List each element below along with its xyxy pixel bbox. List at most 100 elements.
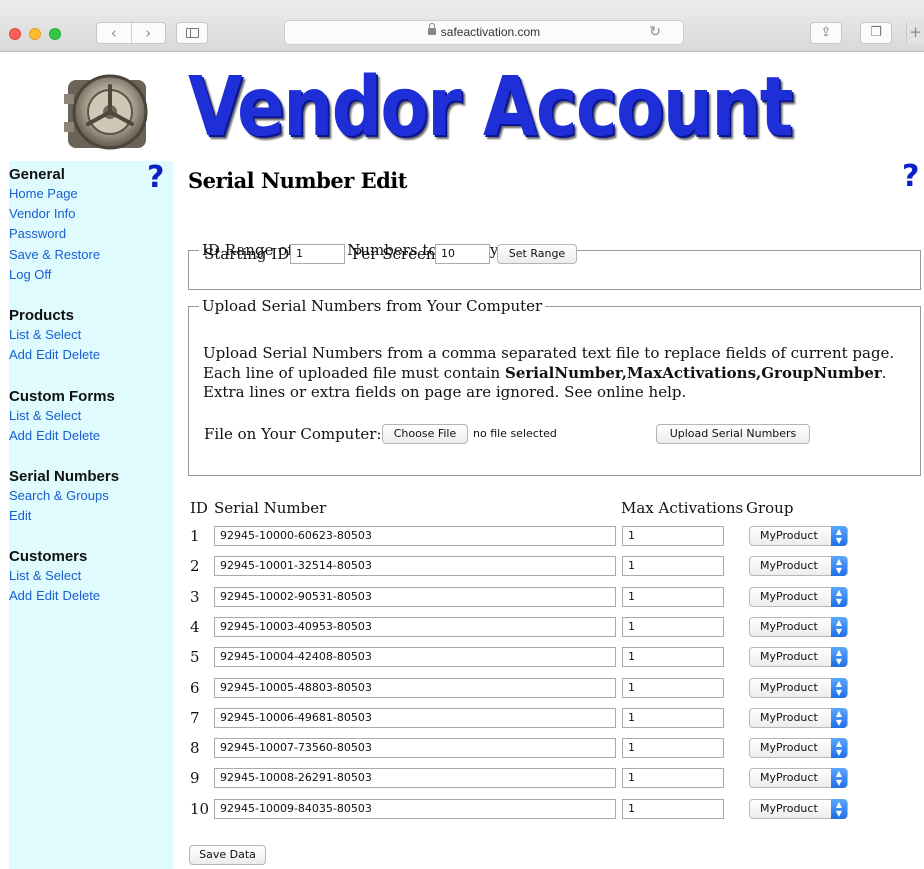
sidebar-nav: ? General Home Page Vendor Info Password… bbox=[9, 161, 173, 869]
serial-number-input[interactable]: 92945-10009-84035-80503 bbox=[214, 798, 616, 819]
max-activations-input[interactable]: 1 bbox=[622, 677, 724, 698]
max-activations-input[interactable]: 1 bbox=[622, 586, 724, 607]
sidebar-heading-serial-numbers: Serial Numbers bbox=[9, 468, 120, 485]
serial-number-input[interactable]: 92945-10006-49681-80503 bbox=[214, 707, 616, 728]
group-select[interactable]: MyProduct ▲ ▼ bbox=[749, 768, 848, 789]
choose-file-button[interactable]: Choose File bbox=[382, 424, 468, 444]
upload-serial-numbers-button[interactable]: Upload Serial Numbers bbox=[656, 424, 810, 444]
sidebar-link-customers-list[interactable]: List & Select bbox=[9, 566, 100, 586]
address-bar[interactable]: safeactivation.com ↻ bbox=[284, 20, 684, 45]
sidebar-link-customers-add[interactable]: Add bbox=[9, 586, 32, 606]
minimize-window-button[interactable] bbox=[29, 28, 41, 40]
close-window-button[interactable] bbox=[9, 28, 21, 40]
share-icon: ⇪ bbox=[820, 25, 832, 40]
max-activations-input[interactable]: 1 bbox=[622, 798, 724, 819]
vault-logo bbox=[64, 74, 148, 150]
sidebar-link-forms-edit[interactable]: Edit bbox=[36, 426, 58, 446]
group-select-value: MyProduct bbox=[760, 741, 818, 755]
share-button[interactable]: ⇪ bbox=[810, 22, 842, 44]
browser-toolbar: ‹ › safeactivation.com ↻ ⇪ ❐ + bbox=[0, 0, 924, 52]
group-select[interactable]: MyProduct ▲ ▼ bbox=[749, 707, 848, 728]
col-header-serial: Serial Number bbox=[214, 499, 327, 517]
per-screen-label: Per Screen bbox=[352, 245, 436, 263]
max-activations-input[interactable]: 1 bbox=[622, 707, 724, 728]
max-activations-input[interactable]: 1 bbox=[622, 647, 724, 668]
group-select-value: MyProduct bbox=[760, 771, 818, 785]
zoom-window-button[interactable] bbox=[49, 28, 61, 40]
forward-icon[interactable]: › bbox=[132, 23, 166, 43]
row-id: 1 bbox=[190, 527, 200, 545]
group-select[interactable]: MyProduct ▲ ▼ bbox=[749, 677, 848, 698]
select-arrows-icon: ▲ ▼ bbox=[831, 616, 847, 637]
sidebar-link-products-add[interactable]: Add bbox=[9, 345, 32, 365]
file-label: File on Your Computer: bbox=[204, 425, 382, 443]
col-header-max: Max Activations bbox=[621, 499, 744, 517]
group-select[interactable]: MyProduct ▲ ▼ bbox=[749, 616, 848, 637]
sidebar-link-password[interactable]: Password bbox=[9, 224, 100, 244]
row-id: 5 bbox=[190, 648, 200, 667]
select-arrows-icon: ▲ ▼ bbox=[831, 647, 847, 668]
group-select-value: MyProduct bbox=[760, 650, 818, 664]
group-select[interactable]: MyProduct ▲ ▼ bbox=[749, 738, 848, 759]
sidebar-link-save-restore[interactable]: Save & Restore bbox=[9, 245, 100, 265]
sidebar-help-icon[interactable]: ? bbox=[147, 161, 164, 195]
group-select[interactable]: MyProduct ▲ ▼ bbox=[749, 586, 848, 607]
url-text: safeactivation.com bbox=[440, 25, 541, 39]
group-select-value: MyProduct bbox=[760, 589, 818, 603]
starting-id-input[interactable]: 1 bbox=[290, 244, 345, 264]
upload-legend: Upload Serial Numbers from Your Computer bbox=[199, 298, 546, 314]
serial-number-input[interactable]: 92945-10005-48803-80503 bbox=[214, 677, 616, 698]
group-select-value: MyProduct bbox=[760, 710, 818, 724]
new-tab-button[interactable]: + bbox=[906, 22, 924, 44]
sidebar-link-customers-edit[interactable]: Edit bbox=[36, 586, 58, 606]
col-header-id: ID bbox=[190, 499, 208, 517]
sidebar-link-log-off[interactable]: Log Off bbox=[9, 265, 100, 285]
sidebar-link-forms-delete[interactable]: Delete bbox=[63, 426, 101, 446]
sidebar-link-serial-edit[interactable]: Edit bbox=[9, 506, 119, 526]
max-activations-input[interactable]: 1 bbox=[622, 768, 724, 789]
page-title: Serial Number Edit bbox=[188, 168, 407, 193]
per-screen-input[interactable]: 10 bbox=[435, 244, 490, 264]
sidebar-toggle-button[interactable] bbox=[176, 22, 208, 44]
sidebar-link-forms-add[interactable]: Add bbox=[9, 426, 32, 446]
max-activations-input[interactable]: 1 bbox=[622, 738, 724, 759]
serial-number-input[interactable]: 92945-10007-73560-80503 bbox=[214, 738, 616, 759]
serial-number-input[interactable]: 92945-10003-40953-80503 bbox=[214, 616, 616, 637]
sidebar-section-serial-numbers: Serial Numbers Search & Groups Edit bbox=[9, 468, 119, 526]
serial-number-input[interactable]: 92945-10000-60623-80503 bbox=[214, 526, 616, 546]
sidebar-link-search-groups[interactable]: Search & Groups bbox=[9, 486, 119, 506]
sidebar-heading-products: Products bbox=[9, 307, 75, 324]
sidebar-link-products-list[interactable]: List & Select bbox=[9, 325, 100, 345]
starting-id-label: Starting ID bbox=[204, 245, 290, 263]
back-icon[interactable]: ‹ bbox=[97, 23, 132, 43]
serial-number-input[interactable]: 92945-10004-42408-80503 bbox=[214, 647, 616, 668]
group-select[interactable]: MyProduct ▲ ▼ bbox=[749, 526, 848, 546]
sidebar-heading-general: General bbox=[9, 166, 65, 183]
save-data-button[interactable]: Save Data bbox=[189, 845, 266, 865]
max-activations-input[interactable]: 1 bbox=[622, 616, 724, 637]
row-id: 2 bbox=[190, 557, 200, 576]
sidebar-section-products: Products List & Select Add Edit Delete bbox=[9, 307, 100, 365]
page-help-icon[interactable]: ? bbox=[902, 160, 919, 194]
sidebar-link-products-delete[interactable]: Delete bbox=[63, 345, 101, 365]
row-id: 8 bbox=[190, 739, 200, 758]
select-arrows-icon: ▲ ▼ bbox=[831, 556, 847, 577]
sidebar-link-products-edit[interactable]: Edit bbox=[36, 345, 58, 365]
group-select[interactable]: MyProduct ▲ ▼ bbox=[749, 647, 848, 668]
sidebar-link-home-page[interactable]: Home Page bbox=[9, 184, 100, 204]
reload-icon[interactable]: ↻ bbox=[649, 21, 661, 44]
sidebar-link-customers-delete[interactable]: Delete bbox=[63, 586, 101, 606]
serial-number-input[interactable]: 92945-10008-26291-80503 bbox=[214, 768, 616, 789]
serial-number-input[interactable]: 92945-10001-32514-80503 bbox=[214, 556, 616, 577]
max-activations-input[interactable]: 1 bbox=[622, 556, 724, 577]
max-activations-input[interactable]: 1 bbox=[622, 526, 724, 546]
sidebar-section-custom-forms: Custom Forms List & Select Add Edit Dele… bbox=[9, 388, 115, 446]
serial-number-input[interactable]: 92945-10002-90531-80503 bbox=[214, 586, 616, 607]
sidebar-section-customers: Customers List & Select Add Edit Delete bbox=[9, 548, 100, 606]
tabs-button[interactable]: ❐ bbox=[860, 22, 892, 44]
sidebar-link-vendor-info[interactable]: Vendor Info bbox=[9, 204, 100, 224]
sidebar-link-forms-list[interactable]: List & Select bbox=[9, 406, 115, 426]
group-select[interactable]: MyProduct ▲ ▼ bbox=[749, 556, 848, 577]
set-range-button[interactable]: Set Range bbox=[497, 244, 577, 264]
group-select[interactable]: MyProduct ▲ ▼ bbox=[749, 798, 848, 819]
